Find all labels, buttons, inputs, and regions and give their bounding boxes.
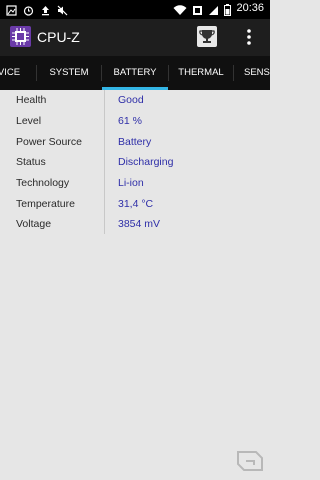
info-value: Good: [118, 94, 144, 106]
info-value: 31,4 °C: [118, 198, 154, 210]
tab-device[interactable]: VICE: [0, 56, 24, 90]
info-row-technology: Technology Li-ion: [0, 173, 270, 194]
tab-bar: VICE SYSTEM BATTERY THERMAL SENS: [0, 56, 270, 90]
tab-thermal[interactable]: THERMAL: [169, 56, 233, 90]
overflow-menu-button[interactable]: [240, 26, 258, 48]
app-bar: CPU-Z: [0, 19, 270, 56]
info-row-status: Status Discharging: [0, 152, 270, 173]
tab-system[interactable]: SYSTEM: [37, 56, 101, 90]
battery-icon: [224, 3, 232, 16]
info-row-power-source: Power Source Battery: [0, 132, 270, 153]
wifi-icon: [173, 3, 187, 15]
info-row-temperature: Temperature 31,4 °C: [0, 194, 270, 215]
watermark-logo: [234, 448, 266, 474]
info-label: Technology: [16, 177, 70, 189]
status-bar: 20:36: [0, 0, 270, 19]
info-label: Voltage: [16, 218, 52, 230]
info-value: 61 %: [118, 115, 142, 127]
info-value: Li-ion: [118, 177, 144, 189]
info-label: Temperature: [16, 198, 75, 210]
gallery-icon: [6, 3, 17, 16]
tab-battery[interactable]: BATTERY: [102, 56, 168, 90]
screenshot-icon: [192, 3, 203, 15]
alarm-icon: [23, 3, 34, 16]
trophy-button[interactable]: [197, 26, 217, 47]
info-label: Status: [16, 156, 46, 168]
info-row-level: Level 61 %: [0, 111, 270, 132]
info-row-health: Health Good: [0, 90, 270, 111]
info-value: Battery: [118, 136, 152, 148]
upload-icon: [40, 3, 51, 16]
signal-icon: [208, 3, 219, 15]
info-label: Power Source: [16, 136, 82, 148]
mute-icon: [57, 3, 68, 16]
info-row-voltage: Voltage 3854 mV: [0, 214, 270, 235]
trophy-icon: [199, 30, 215, 43]
battery-info-panel: Health Good Level 61 % Power Source Batt…: [0, 90, 270, 480]
info-label: Level: [16, 115, 42, 127]
app-title: CPU-Z: [37, 29, 80, 45]
overflow-menu-icon: [247, 29, 251, 45]
info-value: Discharging: [118, 156, 174, 168]
status-time: 20:36: [236, 2, 264, 14]
cpu-chip-icon: [10, 26, 31, 47]
info-value: 3854 mV: [118, 218, 161, 230]
tab-sensors[interactable]: SENS: [244, 56, 270, 90]
info-label: Health: [16, 94, 47, 106]
